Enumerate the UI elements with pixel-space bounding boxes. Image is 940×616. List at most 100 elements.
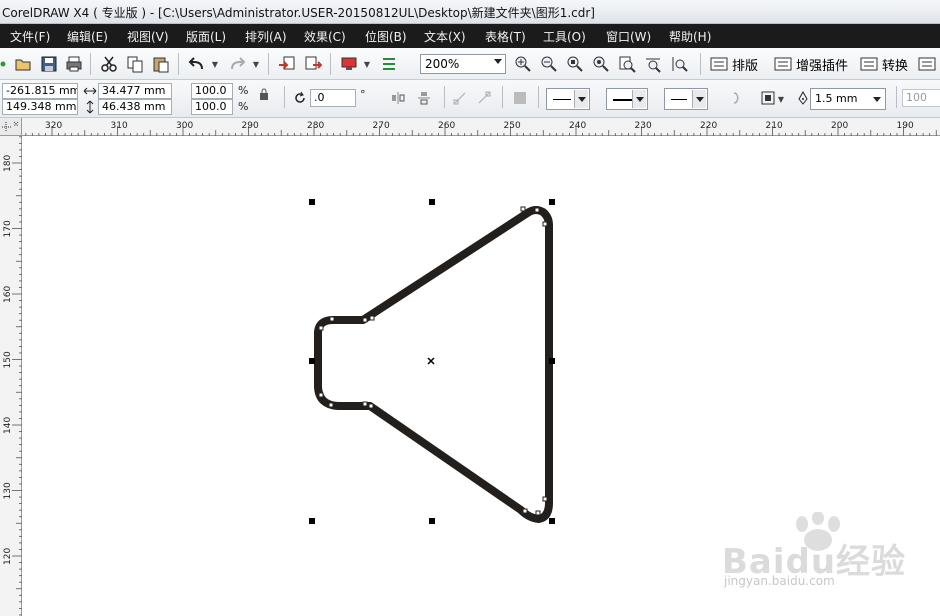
menu-tools[interactable]: 工具(O) (543, 28, 586, 45)
x-position-field[interactable]: -261.815 mm (2, 83, 78, 99)
menu-window[interactable]: 窗口(W) (606, 28, 651, 45)
menu-file[interactable]: 文件(F) (10, 28, 50, 45)
plugin-enhance-button[interactable]: 增强插件 (774, 54, 848, 74)
ruler-origin[interactable] (0, 118, 22, 136)
ruler-label: 190 (897, 121, 914, 131)
disabled-value-field[interactable]: 100 (902, 89, 940, 107)
application-launcher-icon[interactable] (338, 53, 360, 75)
outline-width-value: 1.5 mm (815, 92, 858, 105)
chevron-down-icon (632, 90, 646, 108)
launcher-dropdown-icon[interactable]: ▼ (363, 53, 371, 75)
menu-view[interactable]: 视图(V) (127, 28, 169, 45)
menu-table[interactable]: 表格(T) (485, 28, 526, 45)
end-arrow-select[interactable] (664, 88, 708, 110)
zoom-in-icon[interactable] (512, 53, 534, 75)
zoom-page-icon[interactable] (616, 53, 638, 75)
ruler-label: 300 (176, 121, 193, 131)
node-markers (318, 206, 548, 516)
rotation-field[interactable]: .0 (310, 89, 356, 107)
zoom-page-height-icon[interactable] (668, 53, 690, 75)
chevron-down-icon (692, 90, 706, 108)
menu-edit[interactable]: 编辑(E) (67, 28, 108, 45)
scale-y-field[interactable]: 100.0 (191, 99, 233, 115)
menu-layout[interactable]: 版面(L) (186, 28, 226, 45)
plugin-typesetting-label: 排版 (732, 58, 759, 74)
zoom-page-width-icon[interactable] (642, 53, 664, 75)
undo-dropdown-icon[interactable]: ▼ (211, 53, 219, 75)
scale-x-percent: % (238, 84, 249, 97)
zoom-out-icon[interactable] (538, 53, 560, 75)
import-icon[interactable] (276, 53, 298, 75)
ruler-label: 230 (635, 121, 652, 131)
rotation-degree: ° (360, 88, 366, 101)
toolbar-separator (330, 53, 331, 75)
outline-style-select[interactable] (606, 88, 648, 110)
zoom-selected-icon[interactable] (564, 53, 586, 75)
extract-subpath-icon[interactable] (512, 90, 528, 106)
menu-bar: 文件(F) 编辑(E) 视图(V) 版面(L) 排列(A) 效果(C) 位图(B… (0, 24, 940, 48)
chevron-down-icon (574, 90, 588, 108)
wrap-dropdown-icon[interactable]: ▼ (777, 88, 785, 110)
plugin-enhance-label: 增强插件 (796, 58, 849, 74)
cut-icon[interactable] (98, 53, 120, 75)
toolbar-separator (538, 86, 539, 108)
rotation-icon (292, 90, 308, 106)
copy-icon[interactable] (124, 53, 146, 75)
mirror-vertical-icon[interactable] (416, 90, 432, 106)
redo-icon[interactable] (226, 53, 248, 75)
horizontal-ruler[interactable]: 320 310 300 290 280 270 260 250 240 230 220 210 200 1… (22, 118, 940, 136)
height-field[interactable]: 46.438 mm (98, 99, 172, 115)
wrap-text-icon[interactable] (760, 90, 776, 106)
open-icon[interactable] (12, 53, 34, 75)
lock-ratio-icon[interactable] (256, 86, 272, 102)
menu-effects[interactable]: 效果(C) (304, 28, 346, 45)
menu-arrange[interactable]: 排列(A) (245, 28, 287, 45)
ruler-label: 240 (569, 121, 586, 131)
watermark-site: jingyan.baidu.com (724, 574, 835, 588)
y-position-field[interactable]: 149.348 mm (2, 99, 78, 115)
window-title: CorelDRAW X4 ( 专业版 ) - [C:\Users\Adminis… (2, 6, 595, 20)
menu-text[interactable]: 文本(X) (424, 28, 466, 45)
plugin-typesetting-button[interactable]: 排版 (710, 54, 758, 74)
toolbar-separator (896, 86, 897, 108)
toolbar-separator (502, 86, 503, 108)
menu-help[interactable]: 帮助(H) (669, 28, 711, 45)
close-curve-icon[interactable] (728, 90, 744, 106)
zoom-level-select[interactable]: 200% (420, 54, 506, 74)
zoom-all-objects-icon[interactable] (590, 53, 612, 75)
export-icon[interactable] (302, 53, 324, 75)
undo-icon[interactable] (186, 53, 208, 75)
ruler-label: 320 (45, 121, 62, 131)
ruler-label: 260 (438, 121, 455, 131)
plugin-icon (710, 57, 728, 71)
toolbar-separator (268, 53, 269, 75)
line-preview (671, 99, 687, 100)
ruler-label: 220 (700, 121, 717, 131)
toolbar-separator (284, 86, 285, 108)
print-icon[interactable] (63, 53, 85, 75)
ruler-label: 310 (111, 121, 128, 131)
vertical-ruler-scale: 180 170 160 150 140 130 120 (3, 136, 22, 616)
paste-icon[interactable] (150, 53, 172, 75)
scale-x-field[interactable]: 100.0 (191, 83, 233, 99)
height-arrow-icon (82, 99, 98, 115)
redo-dropdown-icon[interactable]: ▼ (252, 53, 260, 75)
width-field[interactable]: 34.477 mm (98, 83, 172, 99)
save-icon[interactable] (38, 53, 60, 75)
plugin-convert-button[interactable]: 转换 (860, 54, 908, 74)
ruler-label: 280 (307, 121, 324, 131)
center-marker-icon[interactable] (427, 357, 435, 365)
add-node-icon[interactable] (452, 90, 468, 106)
ruler-label: 140 (3, 417, 13, 434)
plugin-more-button[interactable] (918, 54, 940, 74)
mirror-horizontal-icon[interactable] (390, 90, 406, 106)
start-arrow-select[interactable] (546, 88, 590, 110)
toolbar-separator (90, 53, 91, 75)
menu-bitmaps[interactable]: 位图(B) (365, 28, 407, 45)
outline-width-select[interactable]: 1.5 mm (810, 88, 886, 110)
welcome-screen-icon[interactable] (378, 53, 400, 75)
vertical-ruler[interactable]: 180 170 160 150 140 130 120 (0, 136, 22, 616)
ruler-label: 160 (3, 286, 13, 303)
ruler-label: 130 (3, 482, 13, 499)
convert-line-icon[interactable] (476, 90, 492, 106)
